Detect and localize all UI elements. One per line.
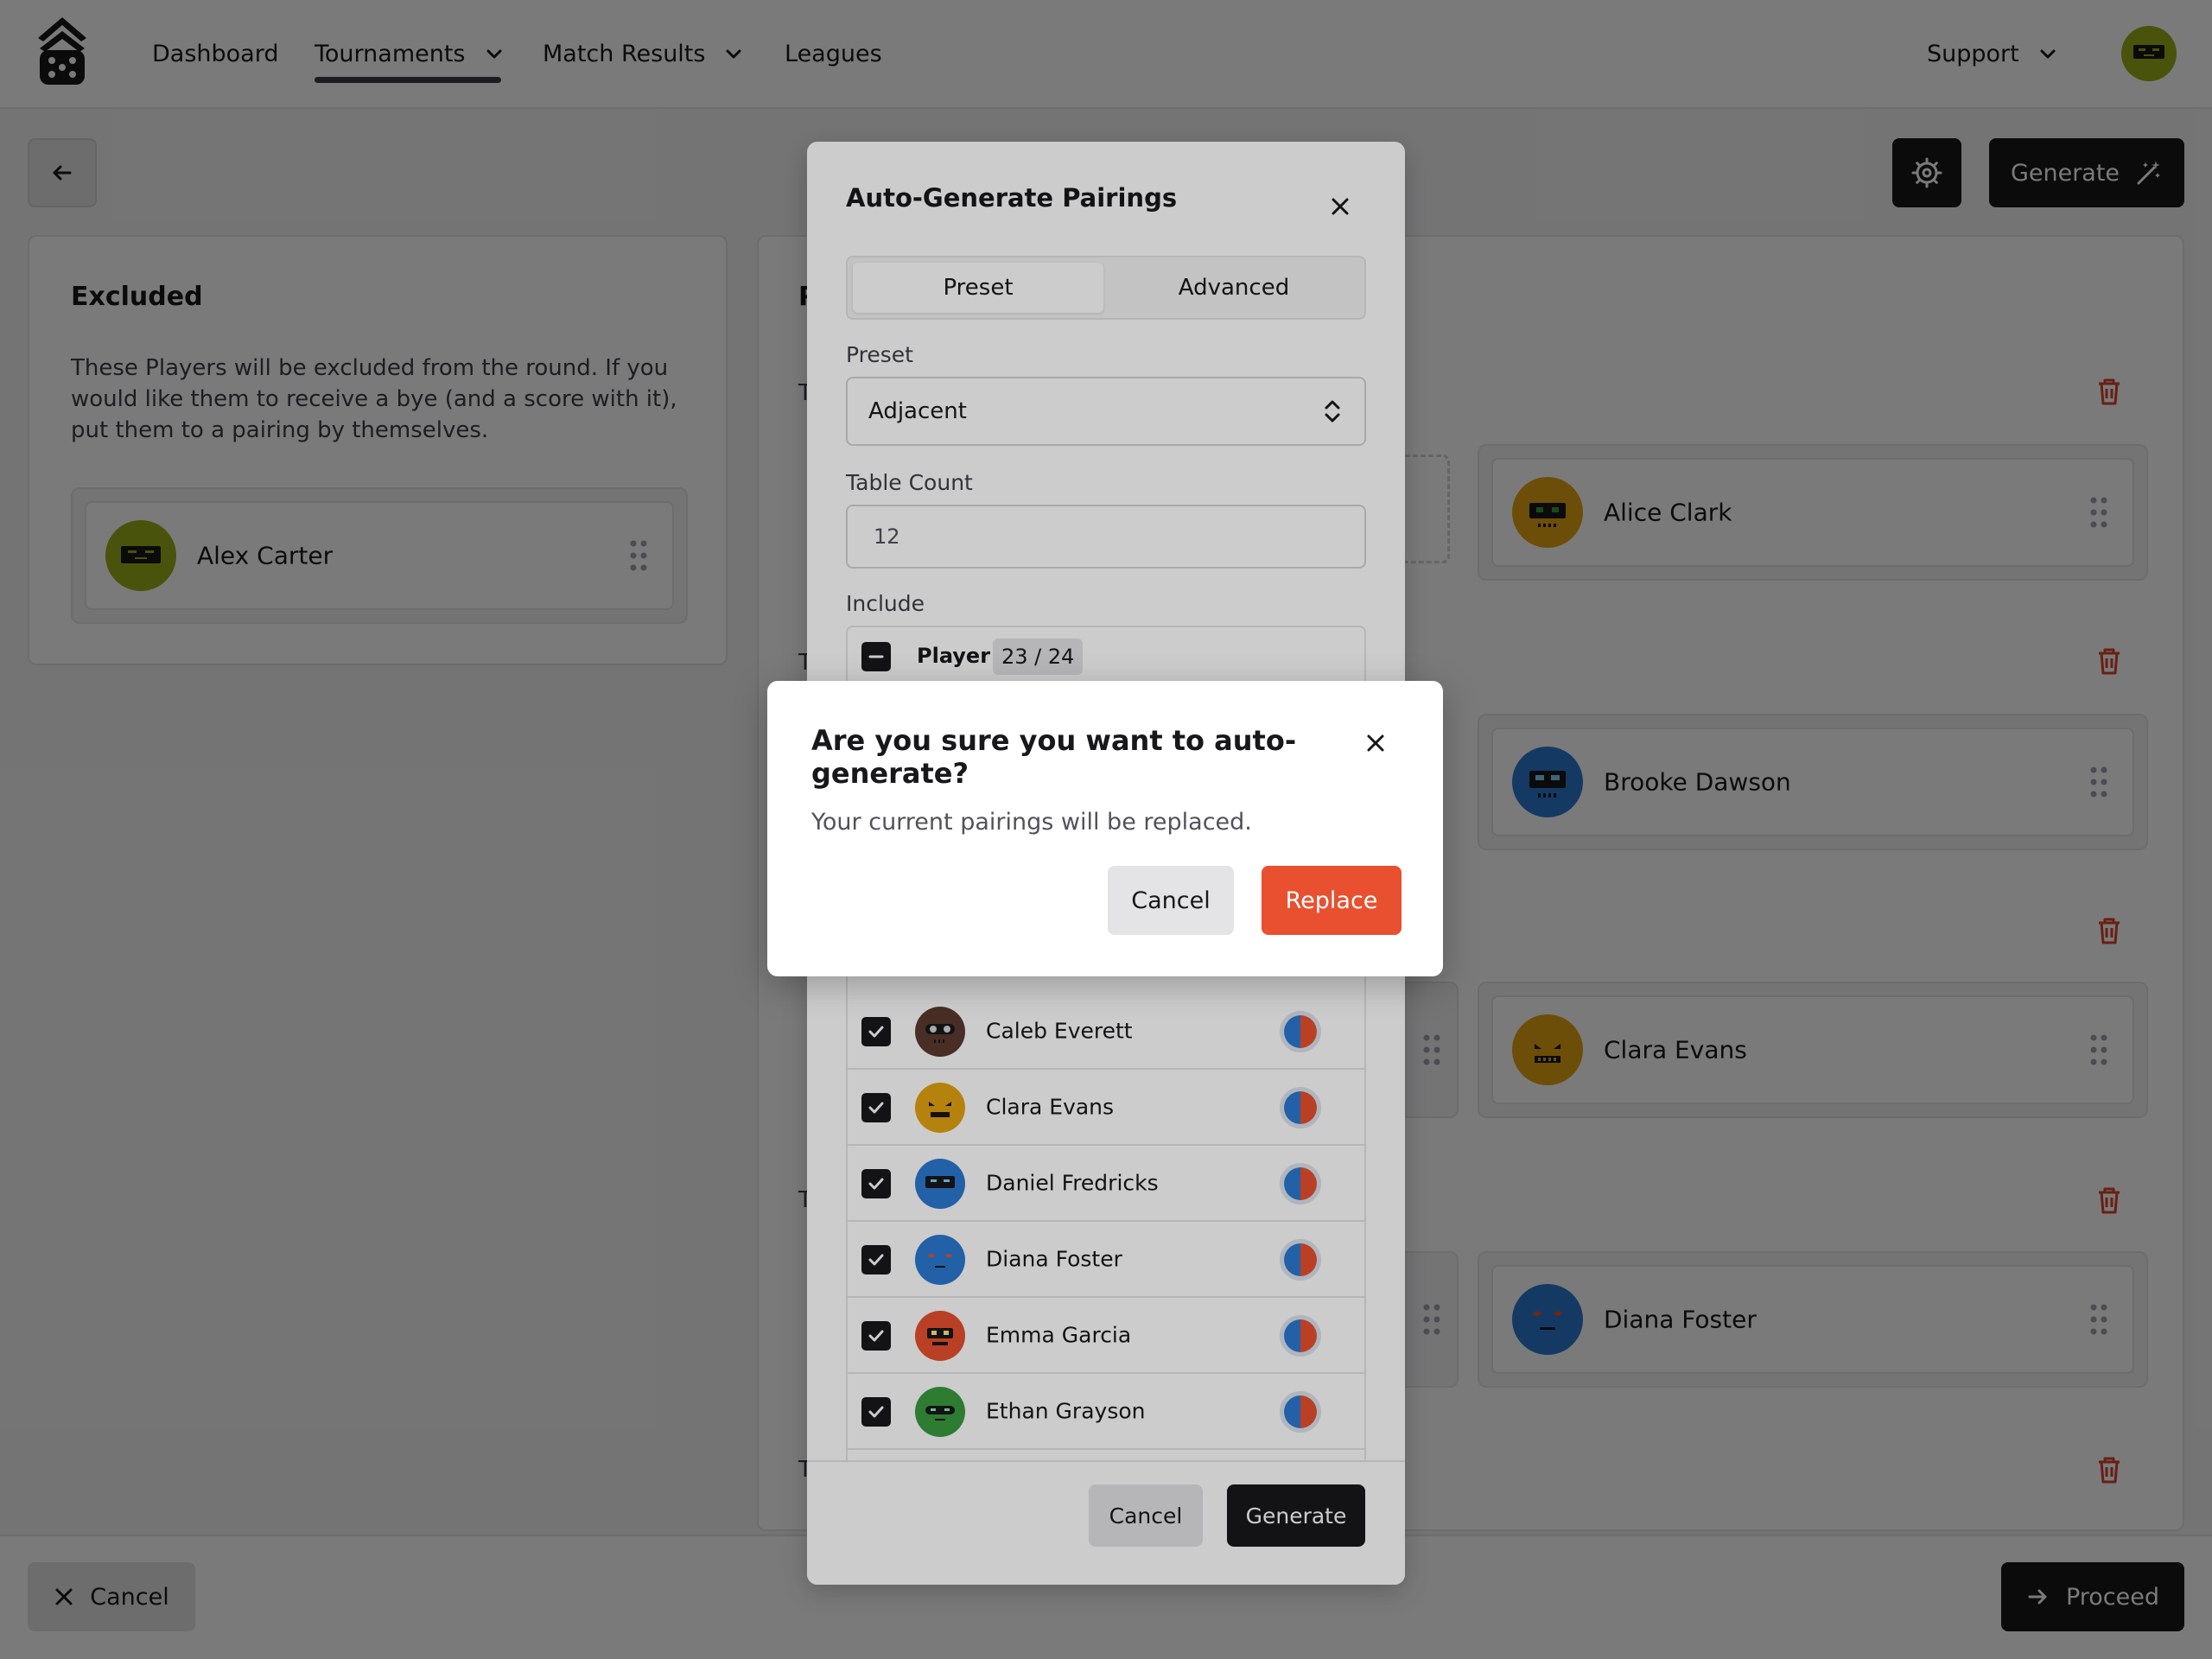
confirm-message: Your current pairings will be replaced. (811, 809, 1252, 836)
replace-button[interactable]: Replace (1262, 866, 1402, 935)
confirm-title: Are you sure you want to auto-generate? (811, 724, 1297, 790)
confirm-dialog: Are you sure you want to auto-generate? … (767, 681, 1443, 976)
confirm-cancel-button[interactable]: Cancel (1108, 866, 1234, 935)
close-icon[interactable] (1362, 729, 1389, 757)
